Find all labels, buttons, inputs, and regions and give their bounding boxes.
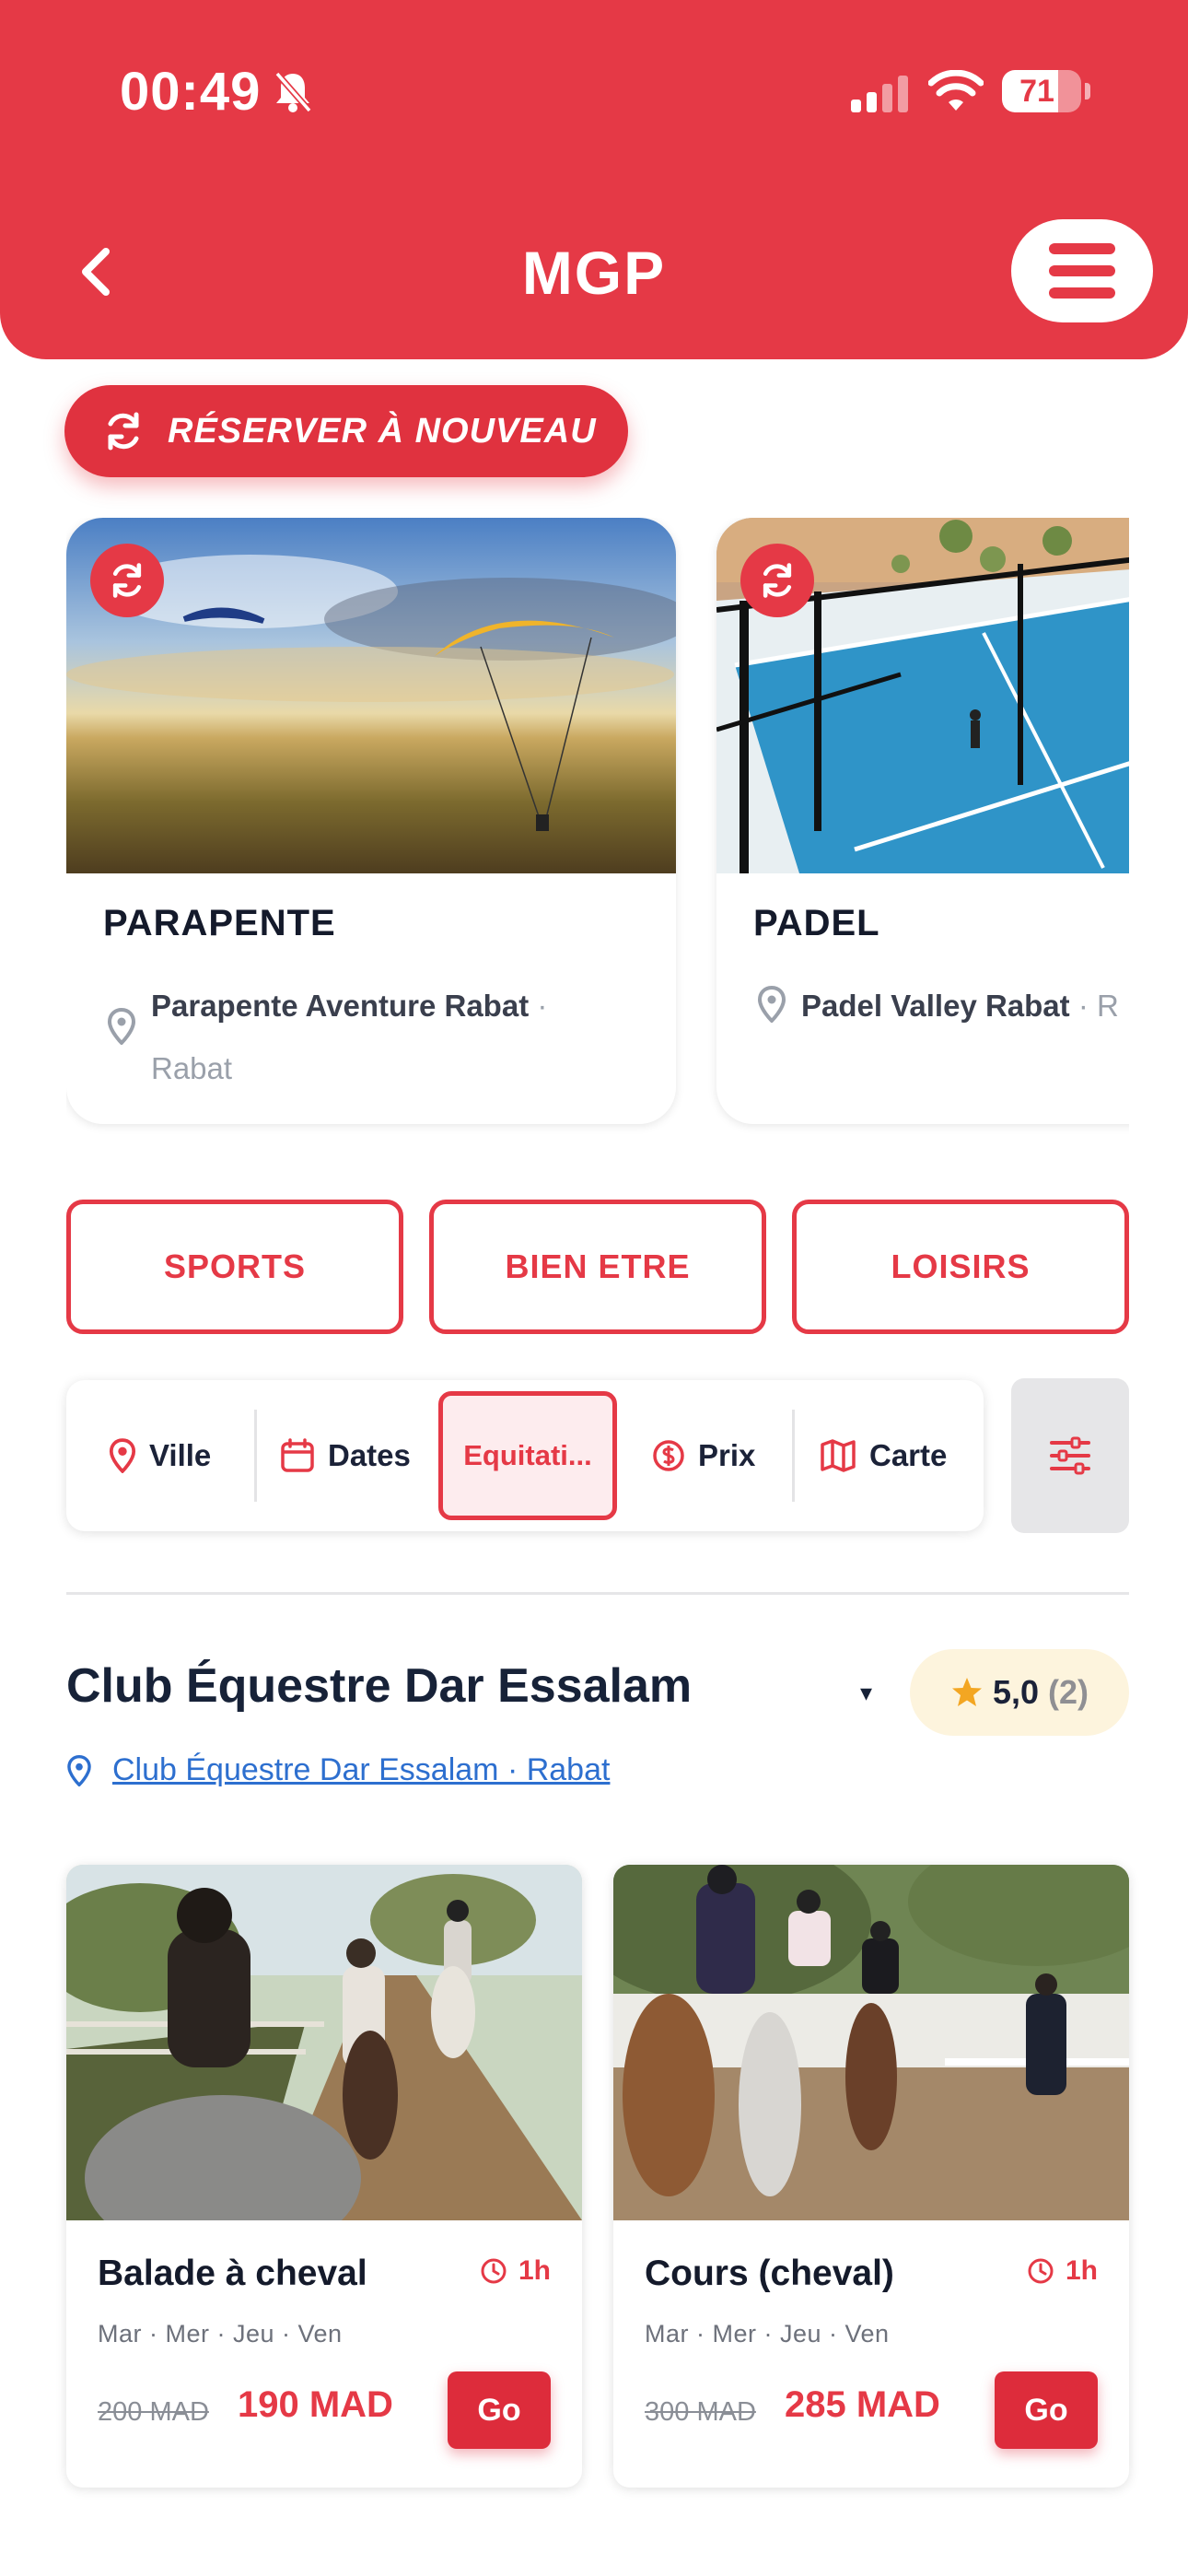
club-name: Club Équestre Dar Essalam <box>66 1659 693 1713</box>
wifi-icon <box>928 70 984 111</box>
activity-title: Balade à cheval <box>98 2254 367 2293</box>
go-button[interactable]: Go <box>995 2371 1098 2449</box>
location-pin-icon <box>757 986 786 1023</box>
refresh-icon <box>108 412 139 451</box>
activity-duration: 1h <box>480 2255 551 2287</box>
clock-icon <box>481 2258 507 2284</box>
location-pin-icon <box>107 1008 136 1045</box>
map-icon <box>821 1439 856 1472</box>
venue-name: Parapente Aventure Rabat <box>151 989 530 1023</box>
signal-icon <box>851 76 908 112</box>
reserve-again-label: RÉSERVER À NOUVEAU <box>168 411 597 451</box>
battery-indicator: 71 <box>1002 70 1081 112</box>
filter-carte-label: Carte <box>869 1438 948 1472</box>
club-location-link[interactable]: Club Équestre Dar Essalam · Rabat <box>112 1752 610 1788</box>
advanced-filters-button[interactable] <box>1011 1378 1129 1533</box>
activity-card-cours[interactable]: Cours (cheval) 1h Mar · Mer · Jeu · Ven … <box>613 1865 1129 2488</box>
status-time: 00:49 <box>120 62 262 122</box>
activity-duration: 1h <box>1027 2255 1098 2287</box>
current-price: 285 MAD <box>785 2384 940 2425</box>
location-pin-icon <box>109 1438 136 1473</box>
filter-dates[interactable]: Dates <box>280 1380 411 1531</box>
activity-title: Cours (cheval) <box>645 2254 894 2293</box>
menu-button[interactable] <box>1011 219 1153 322</box>
filter-carte[interactable]: Carte <box>820 1380 947 1531</box>
rating-value: 5,0 <box>992 1673 1040 1711</box>
location-pin-icon <box>67 1754 91 1786</box>
venue-city: Rabat <box>151 1051 233 1085</box>
activity-days: Mar · Mer · Jeu · Ven <box>98 2320 343 2348</box>
bell-muted-icon <box>274 71 312 113</box>
clock-icon <box>1028 2258 1054 2284</box>
rebook-badge <box>90 544 164 617</box>
go-button[interactable]: Go <box>448 2371 551 2449</box>
rating-count: (2) <box>1048 1673 1089 1711</box>
venue-separator: · <box>1069 989 1097 1023</box>
venue-location: Parapente Aventure Rabat · Rabat <box>151 975 630 1100</box>
filter-ville-label: Ville <box>149 1438 212 1472</box>
recent-bookings-carousel[interactable]: PARAPENTE Parapente Aventure Rabat · Rab… <box>66 518 1129 1144</box>
filter-dates-label: Dates <box>328 1438 411 1472</box>
rebook-badge <box>740 544 814 617</box>
app-header: 00:49 71 MGP <box>0 0 1188 359</box>
horse-ride-photo <box>66 1865 582 2220</box>
filter-ville[interactable]: Ville <box>109 1380 211 1531</box>
category-loisirs-button[interactable]: LOISIRS <box>792 1200 1129 1334</box>
filter-separator <box>792 1410 795 1502</box>
current-price: 190 MAD <box>238 2384 393 2425</box>
battery-nub <box>1085 83 1090 100</box>
recent-card-parapente[interactable]: PARAPENTE Parapente Aventure Rabat · Rab… <box>66 518 676 1124</box>
filter-separator <box>254 1410 257 1502</box>
club-location[interactable]: Club Équestre Dar Essalam · Rabat <box>66 1752 610 1788</box>
venue-name: Padel Valley Rabat <box>801 989 1070 1023</box>
recent-card-padel[interactable]: PADEL Padel Valley Rabat · R <box>716 518 1129 1124</box>
activity-name: PADEL <box>753 903 880 943</box>
hamburger-icon-line <box>1049 265 1115 276</box>
horse-lesson-photo <box>613 1865 1129 2220</box>
club-rating-badge[interactable]: 5,0 (2) <box>910 1649 1129 1736</box>
battery-level: 71 <box>1019 74 1054 109</box>
category-sports-button[interactable]: SPORTS <box>66 1200 403 1334</box>
old-price: 200 MAD <box>98 2397 209 2427</box>
filter-prix-label: Prix <box>698 1438 756 1472</box>
old-price: 300 MAD <box>645 2397 756 2427</box>
sliders-icon <box>1050 1436 1090 1475</box>
filter-bar: Ville Dates Equitati... Prix Carte <box>66 1380 984 1531</box>
refresh-icon <box>112 563 142 598</box>
club-dropdown-caret[interactable]: ▾ <box>860 1679 872 1707</box>
venue-location: Padel Valley Rabat · R <box>801 975 1129 1037</box>
activity-card-balade[interactable]: Balade à cheval 1h Mar · Mer · Jeu · Ven… <box>66 1865 582 2488</box>
hamburger-icon-line <box>1049 243 1115 254</box>
category-bien-etre-button[interactable]: BIEN ETRE <box>429 1200 766 1334</box>
duration-value: 1h <box>518 2255 551 2286</box>
page-title: MGP <box>521 239 667 307</box>
duration-value: 1h <box>1065 2255 1098 2286</box>
hamburger-icon-line <box>1049 287 1115 299</box>
activity-name: PARAPENTE <box>103 903 336 943</box>
star-icon <box>951 1678 982 1706</box>
venue-city: R <box>1096 989 1119 1023</box>
refresh-icon <box>763 563 792 598</box>
venue-separator: · <box>529 989 548 1023</box>
activity-days: Mar · Mer · Jeu · Ven <box>645 2320 890 2348</box>
price-tag-icon <box>653 1440 684 1471</box>
reserve-again-button[interactable]: RÉSERVER À NOUVEAU <box>64 385 628 477</box>
filter-activity-equitation[interactable]: Equitati... <box>438 1391 617 1520</box>
filter-prix[interactable]: Prix <box>652 1380 755 1531</box>
calendar-icon <box>281 1438 314 1472</box>
section-divider <box>66 1592 1129 1595</box>
